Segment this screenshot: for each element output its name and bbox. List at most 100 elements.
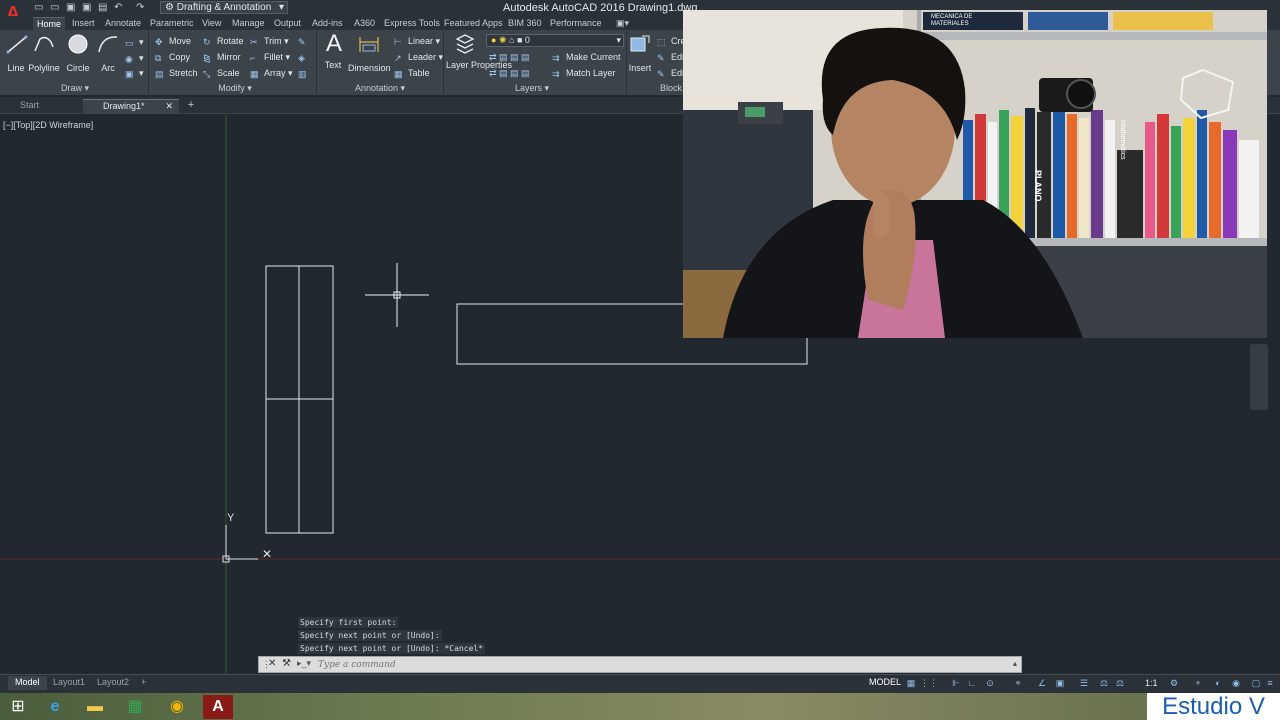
- new-tab-plus-icon[interactable]: +: [183, 99, 199, 113]
- stretch-tool[interactable]: ▤ Stretch: [155, 67, 198, 80]
- circle-tool[interactable]: Circle: [64, 33, 92, 73]
- insert-block-tool[interactable]: Insert: [628, 33, 652, 73]
- viewport-controls[interactable]: [−][Top][2D Wireframe]: [3, 120, 93, 130]
- navigation-bar[interactable]: [1250, 344, 1268, 410]
- layout-tab-layout2[interactable]: Layout2: [90, 676, 136, 690]
- plus-icon[interactable]: +: [1192, 678, 1204, 689]
- polar-icon[interactable]: ⊙: [984, 678, 996, 689]
- mirror-tool[interactable]: ⧎ Mirror: [203, 51, 241, 64]
- explode-tool[interactable]: ◈: [298, 51, 312, 64]
- windows-start-icon[interactable]: ⊞: [3, 695, 33, 719]
- undo-icon[interactable]: ↶: [114, 2, 124, 13]
- leader-tool[interactable]: ↗ Leader ▾: [394, 51, 443, 64]
- offset-tool[interactable]: ▥: [298, 67, 312, 80]
- gear-icon[interactable]: ⚙: [1168, 678, 1180, 689]
- tab-output[interactable]: Output: [270, 17, 305, 30]
- rectangle-tool[interactable]: ▭ ▾: [125, 36, 144, 49]
- tab-parametric[interactable]: Parametric: [146, 17, 198, 30]
- match-layer-tool[interactable]: ⇉ Match Layer: [552, 67, 616, 80]
- annotation-visibility-icon[interactable]: ⚖: [1114, 678, 1126, 689]
- excel-icon[interactable]: ▦: [120, 695, 150, 719]
- tab-home[interactable]: Home: [33, 17, 66, 30]
- copy-tool[interactable]: ⧉ Copy: [155, 51, 190, 64]
- annotation-panel-title[interactable]: Annotation ▾: [350, 83, 410, 95]
- close-icon[interactable]: ✕: [165, 100, 173, 113]
- edge-browser-icon[interactable]: e: [40, 695, 70, 719]
- redo-icon[interactable]: ↷: [136, 2, 146, 13]
- autocad-taskbar-icon[interactable]: A: [203, 695, 233, 719]
- tab-performance[interactable]: Performance: [546, 17, 606, 30]
- close-icon[interactable]: ✕: [268, 658, 276, 669]
- customization-icon[interactable]: ≡: [1264, 678, 1276, 689]
- layer-tools-row1[interactable]: ⇄ ▤ ▤ ▤: [489, 51, 530, 64]
- edit-block-tool[interactable]: ✎ Edi: [657, 51, 684, 64]
- model-space-button[interactable]: MODEL: [869, 677, 901, 687]
- linear-tool[interactable]: ⊢ Linear ▾: [394, 35, 440, 48]
- tab-manage[interactable]: Manage: [228, 17, 269, 30]
- lineweight-icon[interactable]: ☰: [1078, 678, 1090, 689]
- recent-commands-icon[interactable]: ▴: [1013, 659, 1017, 668]
- region-tool[interactable]: ▣ ▾: [125, 67, 144, 80]
- wrench-icon[interactable]: ⚒: [282, 658, 291, 669]
- dimension-tool[interactable]: Dimension: [348, 33, 391, 73]
- command-input[interactable]: [318, 659, 1008, 671]
- arc-tool[interactable]: Arc: [96, 33, 120, 73]
- doc-tab-start[interactable]: Start: [0, 99, 88, 113]
- tab-featured-apps[interactable]: Featured Apps: [440, 17, 507, 30]
- snap-icon[interactable]: ⋮⋮: [920, 678, 938, 689]
- layer-properties-tool[interactable]: Layer Properties: [446, 33, 512, 70]
- fillet-tool[interactable]: ⌐ Fillet ▾: [250, 51, 290, 64]
- layer-dropdown[interactable]: ● ✺ ⌂ ■ 0 ▾: [486, 34, 624, 47]
- hardware-acceleration-icon[interactable]: ◉: [1230, 678, 1242, 689]
- open-file-icon[interactable]: ▭: [50, 2, 60, 13]
- tab-a360[interactable]: A360: [350, 17, 379, 30]
- grid-icon[interactable]: ▦: [905, 678, 917, 689]
- make-current-tool[interactable]: ⇉ Make Current: [552, 51, 621, 64]
- erase-tool[interactable]: ✎: [298, 35, 312, 48]
- chrome-icon[interactable]: ◉: [162, 695, 192, 719]
- table-tool[interactable]: ▦ Table: [394, 67, 430, 80]
- text-tool[interactable]: A Text: [322, 32, 344, 71]
- save-icon[interactable]: ▣: [66, 2, 76, 13]
- tab-insert[interactable]: Insert: [68, 17, 99, 30]
- clean-screen-icon[interactable]: ▢: [1250, 678, 1262, 689]
- move-tool[interactable]: ✥ Move: [155, 35, 191, 48]
- file-explorer-icon[interactable]: ▬: [80, 695, 110, 719]
- workspace-dropdown[interactable]: ⚙ Drafting & Annotation ▾: [160, 1, 288, 14]
- trim-tool[interactable]: ✂ Trim ▾: [250, 35, 289, 48]
- layout-tab-layout1[interactable]: Layout1: [46, 676, 92, 690]
- isolate-icon[interactable]: ◐: [1212, 678, 1224, 689]
- plot-icon[interactable]: ▤: [98, 2, 108, 13]
- doc-tab-drawing1[interactable]: Drawing1* ✕: [83, 99, 179, 113]
- create-block-tool[interactable]: ⬚ Cre: [657, 35, 686, 48]
- tab-bim-360[interactable]: BIM 360: [504, 17, 546, 30]
- ribbon-toggle-icon[interactable]: ▣▾: [612, 17, 633, 30]
- annotation-monitor-icon[interactable]: ▣: [1054, 678, 1066, 689]
- draw-panel-title[interactable]: Draw ▾: [55, 83, 95, 95]
- layers-panel-title[interactable]: Layers ▾: [508, 83, 556, 95]
- layer-tools-row2[interactable]: ⇄ ▤ ▤ ▤: [489, 67, 530, 80]
- tab-annotate[interactable]: Annotate: [101, 17, 145, 30]
- ortho-icon[interactable]: ∟: [966, 678, 978, 689]
- array-tool[interactable]: ▦ Array ▾: [250, 67, 293, 80]
- scale-tool[interactable]: ⤡ Scale: [203, 67, 240, 80]
- polyline-tool[interactable]: Polyline: [28, 33, 60, 73]
- ucs-icon: [222, 525, 258, 563]
- hatch-tool[interactable]: ◉ ▾: [125, 52, 144, 65]
- annotation-scale-icon[interactable]: ⚖: [1098, 678, 1110, 689]
- new-file-icon[interactable]: ▭: [34, 2, 44, 13]
- tab-add-ins[interactable]: Add-ins: [308, 17, 347, 30]
- tab-view[interactable]: View: [198, 17, 225, 30]
- modify-panel-title[interactable]: Modify ▾: [210, 83, 260, 95]
- save-as-icon[interactable]: ▣: [82, 2, 92, 13]
- infer-constraints-icon[interactable]: ⊩: [950, 678, 962, 689]
- tab-express-tools[interactable]: Express Tools: [380, 17, 444, 30]
- line-tool[interactable]: Line: [5, 33, 28, 73]
- edit-attributes-tool[interactable]: ✎ Edi: [657, 67, 684, 80]
- rotate-tool[interactable]: ↻ Rotate: [203, 35, 244, 48]
- otrack-icon[interactable]: ∠: [1036, 678, 1048, 689]
- new-layout-plus-icon[interactable]: +: [134, 676, 153, 690]
- scale-display[interactable]: 1:1: [1145, 678, 1158, 688]
- layout-tab-model[interactable]: Model: [8, 676, 47, 690]
- osnap-icon[interactable]: ⌖: [1012, 678, 1024, 689]
